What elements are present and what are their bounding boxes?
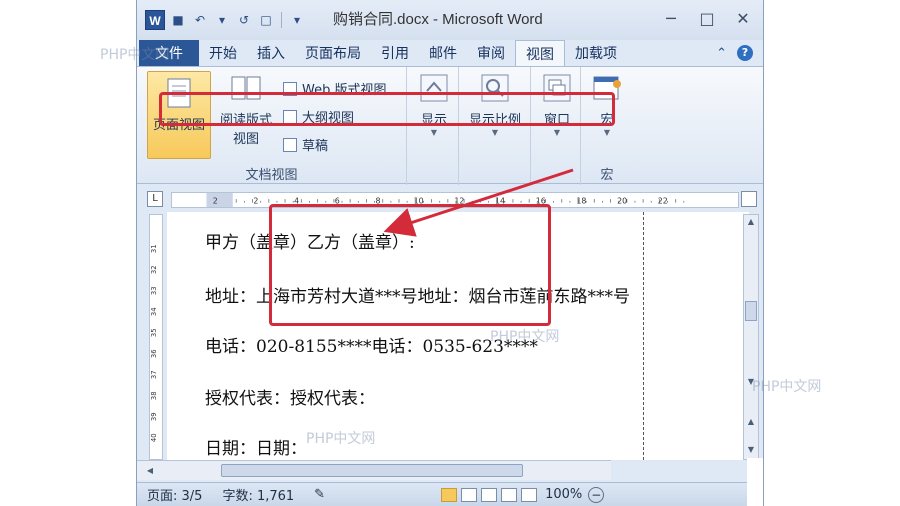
ribbon-tabs: 文件 开始 插入 页面布局 引用 邮件 审阅 视图 加载项 ⌃ ?	[137, 40, 763, 66]
show-dropdown-icon: ▼	[430, 128, 438, 137]
next-page-icon[interactable]: ▼	[744, 443, 758, 457]
group-show: 显示 ▼	[407, 67, 459, 185]
word-logo-icon[interactable]: W	[145, 10, 165, 30]
vruler-label: 35	[150, 328, 158, 337]
vertical-scroll-thumb[interactable]	[745, 301, 757, 321]
paragraph-phone: 电话：020-8155****电话：0535-623****	[205, 337, 538, 357]
web-layout-view-icon[interactable]	[481, 487, 498, 502]
customize-qat-icon[interactable]: ▾	[288, 11, 306, 29]
vruler-label: 34	[150, 307, 158, 316]
tab-insert[interactable]: 插入	[247, 40, 295, 66]
redo-icon[interactable]: ↺	[235, 11, 253, 29]
draft-icon	[283, 137, 297, 152]
proofing-icon[interactable]: ✎	[304, 487, 335, 502]
vruler-label: 32	[150, 265, 158, 274]
paragraph-representative: 授权代表：授权代表：	[205, 389, 375, 409]
quick-access-toolbar: W ■ ↶ ▾ ↺ □ ▾	[145, 10, 306, 30]
status-bar: 页面: 3/5 字数: 1,761 ✎ 100% −	[137, 482, 763, 506]
highlight-document-text	[269, 204, 551, 326]
scroll-up-icon[interactable]: ▲	[744, 215, 758, 229]
draft-view-icon[interactable]	[521, 487, 538, 502]
watermark: PHP中文网	[306, 431, 376, 447]
qat-separator	[281, 12, 282, 28]
outline-view-icon[interactable]	[501, 487, 518, 502]
tab-stop-selector[interactable]: L	[147, 191, 163, 207]
vruler-label: 33	[150, 286, 158, 295]
horizontal-scrollbar[interactable]: ◀	[137, 460, 611, 480]
watermark: PHP中文网	[490, 329, 560, 345]
ruler-label: 20	[617, 197, 627, 206]
new-document-icon[interactable]: □	[257, 11, 275, 29]
ruler-label: 2	[253, 197, 258, 206]
window-title: 购销合同.docx - Microsoft Word	[333, 11, 543, 28]
tab-view[interactable]: 视图	[515, 40, 565, 66]
group-macros: 宏 ▼ 宏	[581, 67, 633, 185]
horizontal-scroll-thumb[interactable]	[221, 464, 523, 477]
ribbon-right-controls: ⌃ ?	[716, 40, 763, 66]
group-label-document-views: 文档视图	[245, 168, 298, 183]
tab-references[interactable]: 引用	[371, 40, 419, 66]
undo-icon[interactable]: ↶	[191, 11, 209, 29]
word-count[interactable]: 字数: 1,761	[212, 485, 304, 504]
zoom-level[interactable]: 100%	[545, 487, 582, 502]
help-icon[interactable]: ?	[737, 45, 753, 61]
tab-home[interactable]: 开始	[199, 40, 247, 66]
vruler-label: 37	[150, 370, 158, 379]
view-shortcuts	[441, 487, 538, 502]
vertical-scrollbar[interactable]: ▲ ▼ ▲ ▼	[743, 214, 759, 460]
word-window: W ■ ↶ ▾ ↺ □ ▾ 购销合同.docx - Microsoft Word…	[136, 0, 764, 506]
print-layout-view-icon[interactable]	[441, 487, 458, 502]
highlight-view-buttons	[159, 92, 615, 126]
reading-view-icon[interactable]	[461, 487, 478, 502]
minimize-ribbon-icon[interactable]: ⌃	[716, 46, 727, 61]
vruler-label: 40	[150, 433, 158, 442]
reading-label-line2: 视图	[232, 132, 259, 147]
macros-dropdown-icon: ▼	[603, 128, 611, 137]
right-margin-guide	[643, 212, 644, 460]
tab-mailings[interactable]: 邮件	[419, 40, 467, 66]
vruler-label: 36	[150, 349, 158, 358]
draft-button[interactable]: 草稿	[283, 135, 328, 154]
tab-review[interactable]: 审阅	[467, 40, 515, 66]
title-bar: W ■ ↶ ▾ ↺ □ ▾ 购销合同.docx - Microsoft Word…	[137, 0, 763, 40]
previous-page-icon[interactable]: ▲	[744, 415, 758, 429]
close-button[interactable]: ✕	[727, 6, 759, 30]
group-label-macros: 宏	[600, 168, 614, 183]
tab-page-layout[interactable]: 页面布局	[295, 40, 371, 66]
group-window: 窗口 ▼	[531, 67, 581, 185]
vertical-ruler: 31 32 33 34 35 36 37 38 39 40	[149, 214, 163, 460]
save-icon[interactable]: ■	[169, 11, 187, 29]
group-document-views: 页面视图 阅读版式 视图 Web 版式视图 大纲视图 草稿 文档视图	[137, 67, 407, 185]
ruler-label: 22	[658, 197, 668, 206]
watermark: PHP中文网	[752, 379, 822, 395]
vruler-label: 38	[150, 391, 158, 400]
ruler-label: 18	[576, 197, 586, 206]
group-zoom: 显示比例 ▼	[459, 67, 531, 185]
zoom-out-icon[interactable]: −	[588, 486, 605, 503]
draft-label: 草稿	[302, 139, 329, 154]
zoom-dropdown-icon: ▼	[491, 128, 499, 137]
paragraph-date: 日期：日期：	[205, 439, 307, 459]
window-controls: ─ □ ✕	[655, 6, 759, 30]
vruler-label: 39	[150, 412, 158, 421]
view-ruler-icon[interactable]	[741, 191, 757, 207]
ruler-label: 2	[213, 197, 218, 206]
watermark: PHP中文网	[100, 47, 170, 63]
undo-dropdown-icon[interactable]: ▾	[213, 11, 231, 29]
ruler-margin-shade	[206, 193, 233, 207]
tab-add-ins[interactable]: 加载项	[565, 40, 627, 66]
maximize-button[interactable]: □	[691, 6, 723, 30]
vruler-label: 31	[150, 244, 158, 253]
scroll-left-icon[interactable]: ◀	[143, 464, 157, 478]
window-dropdown-icon: ▼	[553, 128, 561, 137]
page-count[interactable]: 页面: 3/5	[137, 485, 212, 504]
corner-cover	[747, 458, 763, 506]
minimize-button[interactable]: ─	[655, 6, 687, 30]
